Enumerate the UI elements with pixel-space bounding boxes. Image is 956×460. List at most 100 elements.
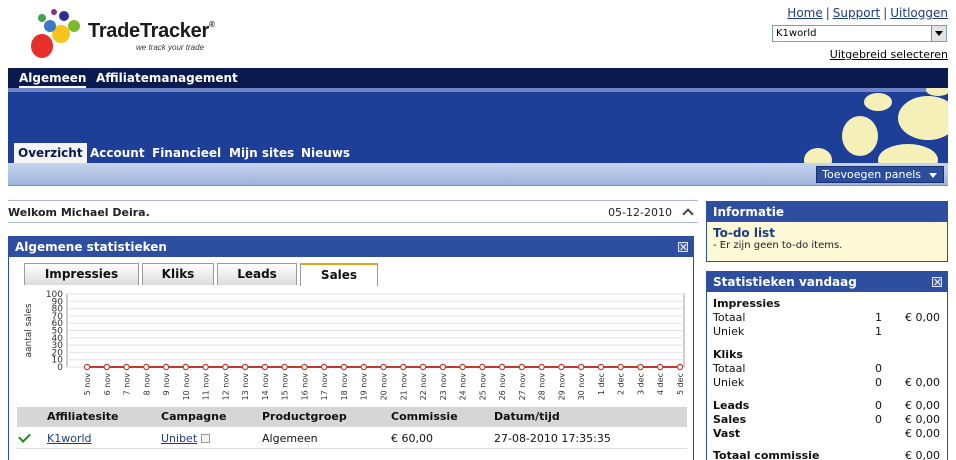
data-point xyxy=(617,363,624,371)
x-tick-label: 1 dec xyxy=(597,373,606,395)
kliks-totaal-label: Totaal xyxy=(713,362,746,375)
data-point xyxy=(202,363,209,371)
close-icon[interactable] xyxy=(932,277,942,287)
logout-link[interactable]: Uitloggen xyxy=(890,6,948,20)
sales-label: Sales xyxy=(713,413,747,426)
y-axis-label: aantal sales xyxy=(24,303,34,357)
x-tick-label: 24 nov xyxy=(459,373,468,401)
data-point xyxy=(261,363,269,371)
data-point xyxy=(340,363,348,371)
todo-title: To-do list xyxy=(713,226,775,240)
banner-decoration-icon xyxy=(804,88,948,163)
tab-financieel[interactable]: Financieel xyxy=(152,143,221,163)
x-tick-label: 27 nov xyxy=(518,373,527,401)
tab-sales[interactable]: Sales xyxy=(300,263,378,286)
data-point xyxy=(83,363,91,371)
x-tick-label: 9 nov xyxy=(162,373,171,396)
sales-value: 0 xyxy=(875,413,882,426)
leads-amount: € 0,00 xyxy=(905,399,940,412)
data-point xyxy=(498,363,506,371)
welcome-bar: Welkom Michael Deira. 05-12-2010 xyxy=(8,200,698,223)
data-point xyxy=(459,363,466,371)
panel-title: Statistieken vandaag xyxy=(707,272,947,292)
col-commissie: Commissie xyxy=(391,410,458,423)
nav-affiliatemanagement[interactable]: Affiliatemanagement xyxy=(96,71,238,85)
tab-impressies[interactable]: Impressies xyxy=(24,263,139,285)
data-point xyxy=(143,363,150,371)
data-point xyxy=(123,363,130,371)
add-panels-button[interactable]: Toevoegen panels xyxy=(816,166,944,183)
general-statistics-panel: Algemene statistieken Impressies Kliks L… xyxy=(8,236,694,460)
affiliatesite-link[interactable]: K1world xyxy=(47,432,92,445)
tab-mijn-sites[interactable]: Mijn sites xyxy=(229,143,294,163)
tab-kliks[interactable]: Kliks xyxy=(142,263,214,285)
data-point xyxy=(281,363,288,371)
data-point xyxy=(439,363,446,371)
totaal-commissie-amount: € 0,00 xyxy=(905,449,940,460)
data-point xyxy=(558,363,565,371)
data-point xyxy=(380,363,387,371)
x-tick-label: 5 nov xyxy=(83,373,92,396)
datetime-cell: 27-08-2010 17:35:35 xyxy=(494,432,611,445)
home-link[interactable]: Home xyxy=(787,6,822,20)
table-header: Affiliatesite Campagne Productgroep Comm… xyxy=(17,407,687,427)
support-link[interactable]: Support xyxy=(833,6,880,20)
tab-leads[interactable]: Leads xyxy=(217,263,297,285)
tab-overzicht[interactable]: Overzicht xyxy=(14,143,87,163)
kliks-uniek-value: 0 xyxy=(875,376,882,389)
tradetracker-logo[interactable]: TradeTracker® we track your trade xyxy=(28,6,228,62)
logo-wordmark: TradeTracker® xyxy=(88,20,215,42)
site-select[interactable]: K1world xyxy=(772,25,947,42)
x-tick-label: 21 nov xyxy=(399,373,408,401)
kliks-label: Kliks xyxy=(713,348,743,361)
panel-title: Informatie xyxy=(707,202,947,222)
x-tick-label: 20 nov xyxy=(380,373,389,401)
data-point xyxy=(222,363,229,371)
tab-nieuws[interactable]: Nieuws xyxy=(301,143,350,163)
x-tick-label: 3 dec xyxy=(636,373,645,395)
current-date: 05-12-2010 xyxy=(608,206,672,219)
nav-algemeen[interactable]: Algemeen xyxy=(19,71,87,88)
top-links: Home | Support | Uitloggen xyxy=(787,6,948,20)
sales-amount: € 0,00 xyxy=(905,413,940,426)
data-point xyxy=(479,363,486,371)
kliks-totaal-value: 0 xyxy=(875,362,882,375)
x-tick-label: 25 nov xyxy=(478,373,487,401)
x-tick-label: 7 nov xyxy=(123,373,132,396)
y-tick-label: 100 xyxy=(46,290,63,300)
data-point xyxy=(360,363,367,371)
advanced-select-link[interactable]: Uitgebreid selecteren xyxy=(830,48,948,61)
logo-tagline: we track your trade xyxy=(136,43,205,52)
data-point xyxy=(676,363,684,371)
external-link-icon[interactable] xyxy=(201,434,211,443)
col-datum-tijd: Datum/tijd xyxy=(494,410,560,423)
x-tick-label: 30 nov xyxy=(577,373,586,401)
commission-cell: € 60,00 xyxy=(391,432,433,445)
table-row: K1world Unibet Algemeen € 60,00 27-08-20… xyxy=(17,427,687,449)
impressies-uniek-value: 1 xyxy=(875,325,882,338)
today-statistics-panel: Statistieken vandaag Impressies Totaal 1… xyxy=(706,271,948,460)
productgroup-cell: Algemeen xyxy=(262,432,318,445)
leads-value: 0 xyxy=(875,399,882,412)
header-banner xyxy=(8,88,948,163)
panel-title: Algemene statistieken xyxy=(9,237,693,257)
impressies-uniek-label: Uniek xyxy=(713,325,745,338)
x-tick-label: 10 nov xyxy=(182,373,191,401)
data-point xyxy=(182,363,190,371)
tab-account[interactable]: Account xyxy=(90,143,145,163)
data-point xyxy=(597,363,605,371)
kliks-uniek-label: Uniek xyxy=(713,376,745,389)
close-icon[interactable] xyxy=(678,242,688,252)
x-tick-label: 14 nov xyxy=(261,373,270,401)
chevron-down-icon[interactable] xyxy=(931,26,946,41)
x-tick-label: 16 nov xyxy=(300,373,309,401)
kliks-amount: € 0,00 xyxy=(905,376,940,389)
vast-label: Vast xyxy=(713,427,741,440)
campaign-link[interactable]: Unibet xyxy=(161,432,197,445)
data-point xyxy=(162,363,170,371)
chevron-up-icon[interactable] xyxy=(682,208,694,220)
sales-line-chart: 0102030405060708090100aantal sales5 nov 6… xyxy=(24,290,685,401)
col-affiliatesite: Affiliatesite xyxy=(47,410,119,423)
data-point xyxy=(321,363,328,371)
leads-label: Leads xyxy=(713,399,750,412)
